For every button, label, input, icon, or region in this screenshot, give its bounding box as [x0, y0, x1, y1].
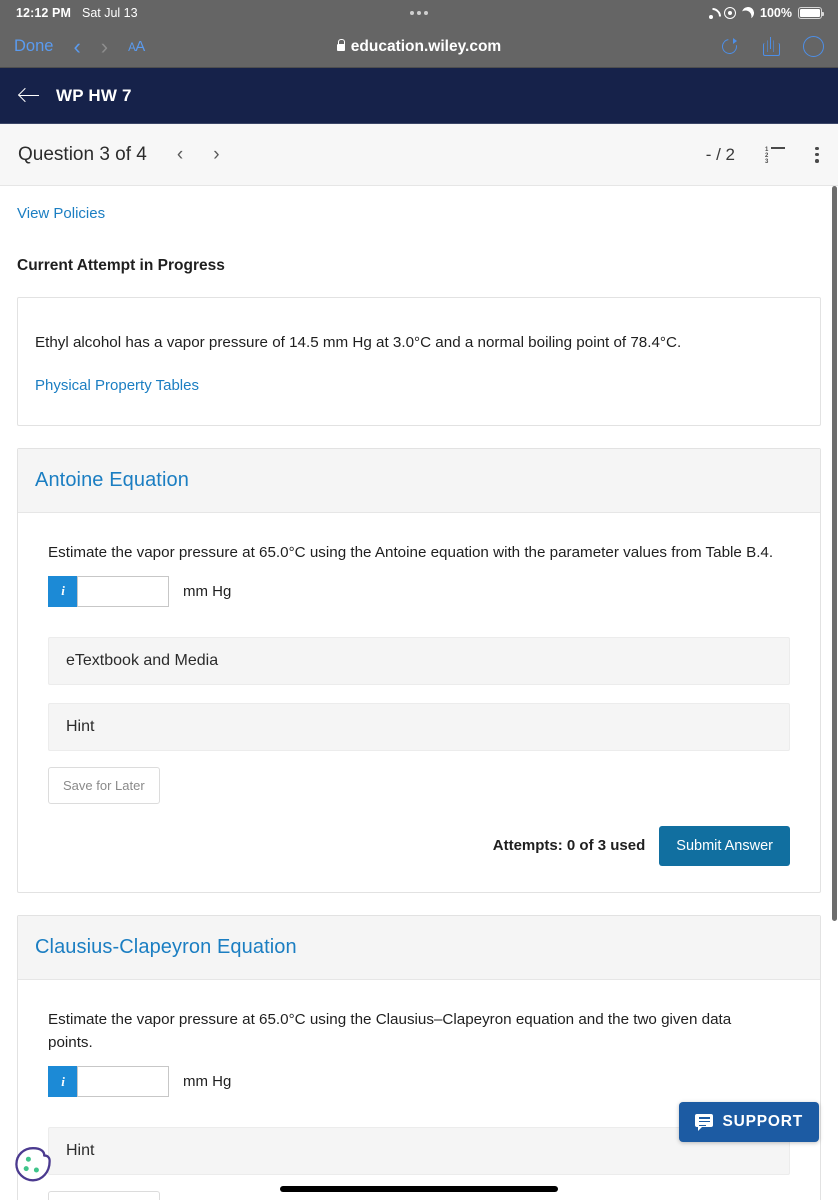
battery-icon [798, 7, 825, 19]
support-button-label: SUPPORT [722, 1113, 803, 1130]
score-display: - / 2 [705, 144, 735, 164]
question-content: View Policies Current Attempt in Progres… [0, 186, 838, 1200]
section-title: Clausius-Clapeyron Equation [35, 935, 297, 958]
answer-input[interactable] [77, 1066, 169, 1098]
next-question-icon[interactable]: › [213, 144, 219, 166]
safari-toolbar-left: Done ‹ › AA [14, 33, 145, 59]
answer-input[interactable] [77, 575, 169, 607]
prompt-link-row: Physical Property Tables [35, 377, 803, 395]
vertical-scrollbar[interactable] [831, 186, 838, 1200]
answer-unit: mm Hg [183, 582, 232, 600]
answer-unit: mm Hg [183, 1073, 232, 1091]
lock-icon [336, 39, 346, 51]
status-bar-right: 100% [703, 5, 825, 20]
view-policies-row: View Policies [17, 205, 821, 223]
question-counter: Question 3 of 4 [18, 143, 147, 165]
wifi-icon [703, 7, 718, 19]
info-icon[interactable]: i [48, 1066, 77, 1098]
page-title: WP HW 7 [56, 85, 132, 105]
browser-back-icon[interactable]: ‹ [73, 35, 80, 58]
view-policies-link[interactable]: View Policies [17, 205, 105, 222]
numbered-list-icon[interactable]: 123 [765, 146, 785, 165]
answer-input-group: i [48, 1066, 169, 1098]
section-body: Estimate the vapor pressure at 65.0°C us… [18, 513, 820, 892]
ios-status-bar: 12:12 PM Sat Jul 13 100% [0, 0, 838, 26]
app-header: WP HW 7 [0, 68, 838, 124]
attempts-counter: Attempts: 0 of 3 used [492, 837, 646, 855]
chat-bubble-icon [695, 1114, 714, 1131]
arrow-left-icon[interactable] [18, 85, 40, 107]
section-header: Antoine Equation [18, 448, 820, 513]
save-for-later-button[interactable]: Save for Later [48, 1191, 160, 1200]
section-question-text: Estimate the vapor pressure at 65.0°C us… [48, 1010, 732, 1051]
section-header: Clausius-Clapeyron Equation [18, 915, 820, 980]
url-text: education.wiley.com [350, 37, 502, 55]
ipad-safari-screen: 12:12 PM Sat Jul 13 100% Done ‹ › AA edu… [0, 0, 838, 1200]
section-body: Estimate the vapor pressure at 65.0°C us… [18, 980, 820, 1200]
question-toolbar: Question 3 of 4 ‹ › - / 2 123 [0, 124, 838, 186]
moon-icon [740, 5, 755, 20]
section-question-text: Estimate the vapor pressure at 65.0°C us… [48, 543, 774, 561]
submit-answer-button[interactable]: Submit Answer [659, 825, 790, 866]
cookie-icon[interactable] [12, 1144, 54, 1186]
answer-input-group: i [48, 575, 169, 607]
done-button[interactable]: Done [14, 37, 53, 56]
submit-row: Attempts: 0 of 3 used Submit Answer [48, 825, 790, 866]
prev-question-icon[interactable]: ‹ [177, 144, 183, 166]
battery-percent: 100% [760, 6, 792, 20]
compass-icon[interactable] [803, 36, 824, 57]
save-for-later-button[interactable]: Save for Later [48, 766, 160, 804]
section-clausius-clapeyron-equation: Clausius-Clapeyron Equation Estimate the… [17, 914, 821, 1200]
section-title: Antoine Equation [35, 468, 189, 491]
browser-forward-icon: › [100, 33, 109, 59]
reload-icon[interactable] [721, 38, 738, 55]
etextbook-and-media-accordion[interactable]: eTextbook and Media [48, 636, 790, 685]
section-antoine-equation: Antoine Equation Estimate the vapor pres… [17, 447, 821, 893]
share-icon[interactable] [763, 37, 780, 56]
status-time: 12:12 PM [16, 6, 71, 20]
answer-row: i mm Hg [48, 575, 790, 607]
physical-property-tables-link[interactable]: Physical Property Tables [35, 377, 199, 394]
answer-row: i mm Hg [48, 1066, 790, 1098]
text-size-button[interactable]: AA [128, 38, 145, 55]
home-indicator [280, 1186, 558, 1192]
prompt-text: Ethyl alcohol has a vapor pressure of 14… [35, 334, 682, 351]
status-date: Sat Jul 13 [82, 6, 138, 20]
support-button[interactable]: SUPPORT [679, 1102, 819, 1142]
question-prompt-card: Ethyl alcohol has a vapor pressure of 14… [17, 297, 821, 426]
attempt-status: Current Attempt in Progress [17, 257, 225, 274]
status-bar-left: 12:12 PM Sat Jul 13 [16, 6, 138, 20]
multitask-dots-icon[interactable] [410, 11, 428, 15]
kebab-menu-icon[interactable] [815, 146, 820, 164]
hint-accordion[interactable]: Hint [48, 702, 790, 751]
question-toolbar-right: - / 2 123 [706, 145, 820, 165]
focus-icon [724, 7, 737, 19]
question-nav: ‹ › [177, 144, 220, 166]
info-icon[interactable]: i [48, 575, 77, 607]
safari-toolbar: Done ‹ › AA education.wiley.com [0, 26, 838, 68]
safari-toolbar-right [721, 36, 824, 57]
scrollbar-thumb[interactable] [832, 186, 837, 921]
